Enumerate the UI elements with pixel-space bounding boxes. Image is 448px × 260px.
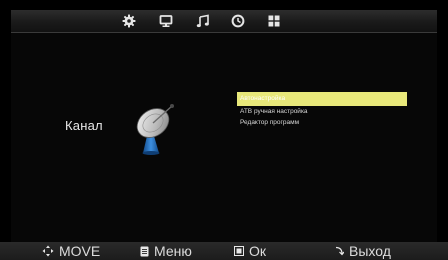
exit-hint: Выход	[334, 243, 391, 259]
menu-key-icon	[140, 246, 149, 256]
ok-hint-label: Ок	[249, 243, 267, 259]
satellite-dish-icon	[132, 100, 184, 161]
monitor-icon[interactable]	[158, 13, 174, 29]
key-hints-bar: MOVE Меню Ок Выход	[0, 242, 448, 260]
move-arrows-icon	[42, 245, 54, 257]
music-note-icon[interactable]	[195, 13, 211, 29]
clock-icon[interactable]	[230, 13, 246, 29]
exit-arrow-icon	[335, 246, 344, 256]
menu-hint-label: Меню	[154, 243, 192, 259]
menu-item-atv-manual-tuning[interactable]: АТВ ручная настройка	[237, 106, 407, 117]
gear-icon[interactable]	[121, 13, 137, 29]
ok-key-icon	[234, 246, 244, 256]
move-hint-label: MOVE	[59, 243, 101, 259]
category-tab-bar	[11, 10, 437, 33]
channel-options-list: Автонастройка АТВ ручная настройка Редак…	[237, 92, 407, 128]
exit-hint-label: Выход	[349, 243, 391, 259]
menu-hint: Меню	[140, 243, 192, 259]
grid-icon[interactable]	[266, 13, 282, 29]
menu-item-auto-tuning[interactable]: Автонастройка	[237, 92, 407, 106]
section-title: Канал	[65, 118, 103, 133]
move-hint: MOVE	[42, 243, 100, 259]
ok-hint: Ок	[234, 243, 266, 259]
menu-item-program-editor[interactable]: Редактор программ	[237, 117, 407, 128]
